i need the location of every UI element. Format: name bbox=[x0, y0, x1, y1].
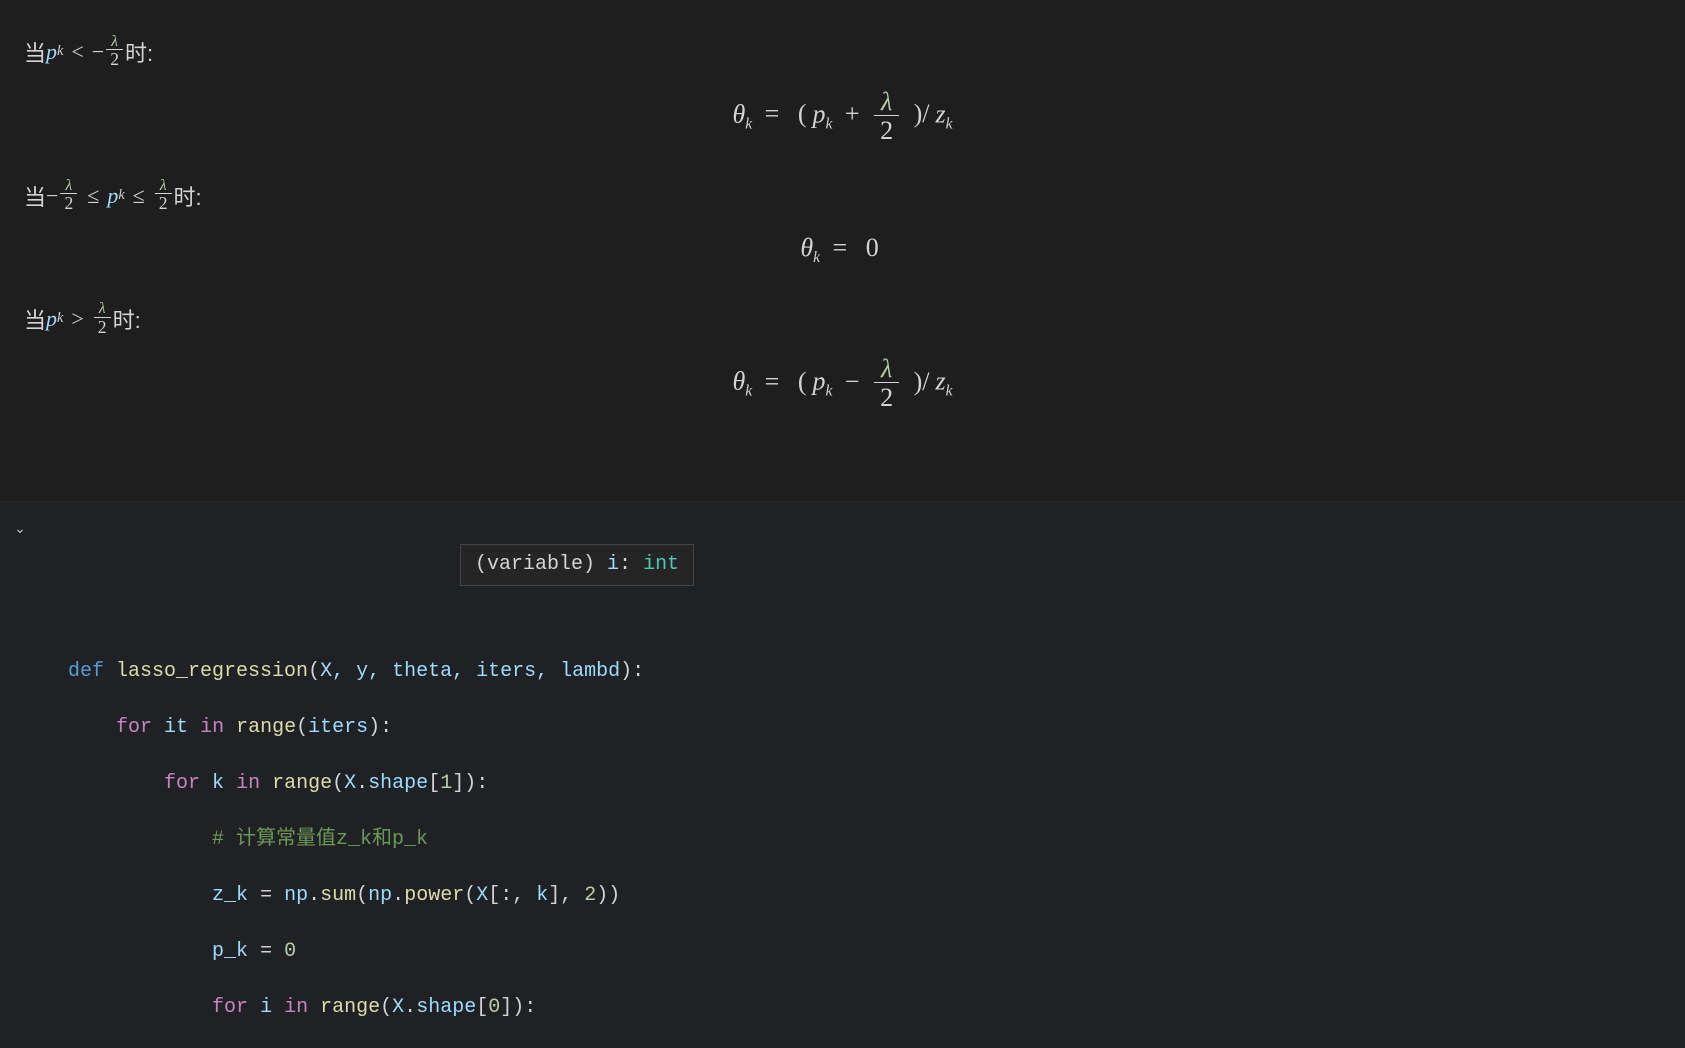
case1-var: p bbox=[46, 39, 57, 65]
case2-frac2: λ 2 bbox=[155, 178, 172, 213]
case3-sub: k bbox=[57, 310, 63, 327]
case1-suffix: 时: bbox=[125, 36, 153, 68]
tooltip-name: i bbox=[607, 553, 619, 576]
code-line-3[interactable]: for k in range(X.shape[1]): bbox=[68, 770, 1685, 798]
case1-frac: λ 2 bbox=[106, 34, 123, 69]
case1-prefix: 当 bbox=[24, 36, 46, 68]
case3-condition: 当 p k > λ 2 时: bbox=[24, 301, 1661, 336]
code-content[interactable]: (variable) i: int def lasso_regression(X… bbox=[40, 502, 1685, 1048]
case1-sub: k bbox=[57, 43, 63, 60]
case2-rel2: ≤ bbox=[133, 183, 145, 209]
code-line-6[interactable]: p_k = 0 bbox=[68, 938, 1685, 966]
equation-1: θk = (pk + λ 2 )/zk bbox=[24, 89, 1661, 144]
code-line-7[interactable]: for i in range(X.shape[0]): bbox=[68, 994, 1685, 1022]
case3-var: p bbox=[46, 306, 57, 332]
case3-prefix: 当 bbox=[24, 303, 46, 335]
editor-gutter[interactable]: ⌄ bbox=[0, 502, 40, 1048]
equation-3: θk = (pk − λ 2 )/zk bbox=[24, 356, 1661, 411]
tooltip-type: int bbox=[643, 553, 679, 576]
case3-rel: > bbox=[71, 306, 83, 332]
case1-condition: 当 p k < − λ 2 时: bbox=[24, 34, 1661, 69]
code-line-2[interactable]: for it in range(iters): bbox=[68, 714, 1685, 742]
code-line-4[interactable]: # 计算常量值z_k和p_k bbox=[68, 826, 1685, 854]
code-line-5[interactable]: z_k = np.sum(np.power(X[:, k], 2)) bbox=[68, 882, 1685, 910]
case2-condition: 当 − λ 2 ≤ p k ≤ λ 2 时: bbox=[24, 178, 1661, 213]
case2-suffix: 时: bbox=[174, 180, 202, 212]
case2-rel1: ≤ bbox=[87, 183, 99, 209]
equation-2: θk = 0 bbox=[24, 233, 1661, 267]
case3-frac: λ 2 bbox=[94, 301, 111, 336]
tooltip-colon: : bbox=[619, 553, 643, 576]
hover-tooltip: (variable) i: int bbox=[460, 544, 694, 586]
case3-suffix: 时: bbox=[113, 303, 141, 335]
case2-neg: − bbox=[46, 183, 58, 209]
chevron-down-icon[interactable]: ⌄ bbox=[0, 520, 40, 537]
code-line-1[interactable]: def lasso_regression(X, y, theta, iters,… bbox=[68, 658, 1685, 686]
tooltip-prefix: (variable) bbox=[475, 553, 607, 576]
case2-var: p bbox=[107, 183, 118, 209]
code-editor[interactable]: ⌄ (variable) i: int def lasso_regression… bbox=[0, 501, 1685, 1048]
case1-neg: − bbox=[92, 39, 104, 65]
case1-rel: < bbox=[71, 39, 83, 65]
math-explanation: 当 p k < − λ 2 时: θk = (pk + λ 2 )/zk 当 −… bbox=[0, 0, 1685, 501]
case2-frac: λ 2 bbox=[60, 178, 77, 213]
case2-prefix: 当 bbox=[24, 180, 46, 212]
case2-sub: k bbox=[118, 187, 124, 204]
